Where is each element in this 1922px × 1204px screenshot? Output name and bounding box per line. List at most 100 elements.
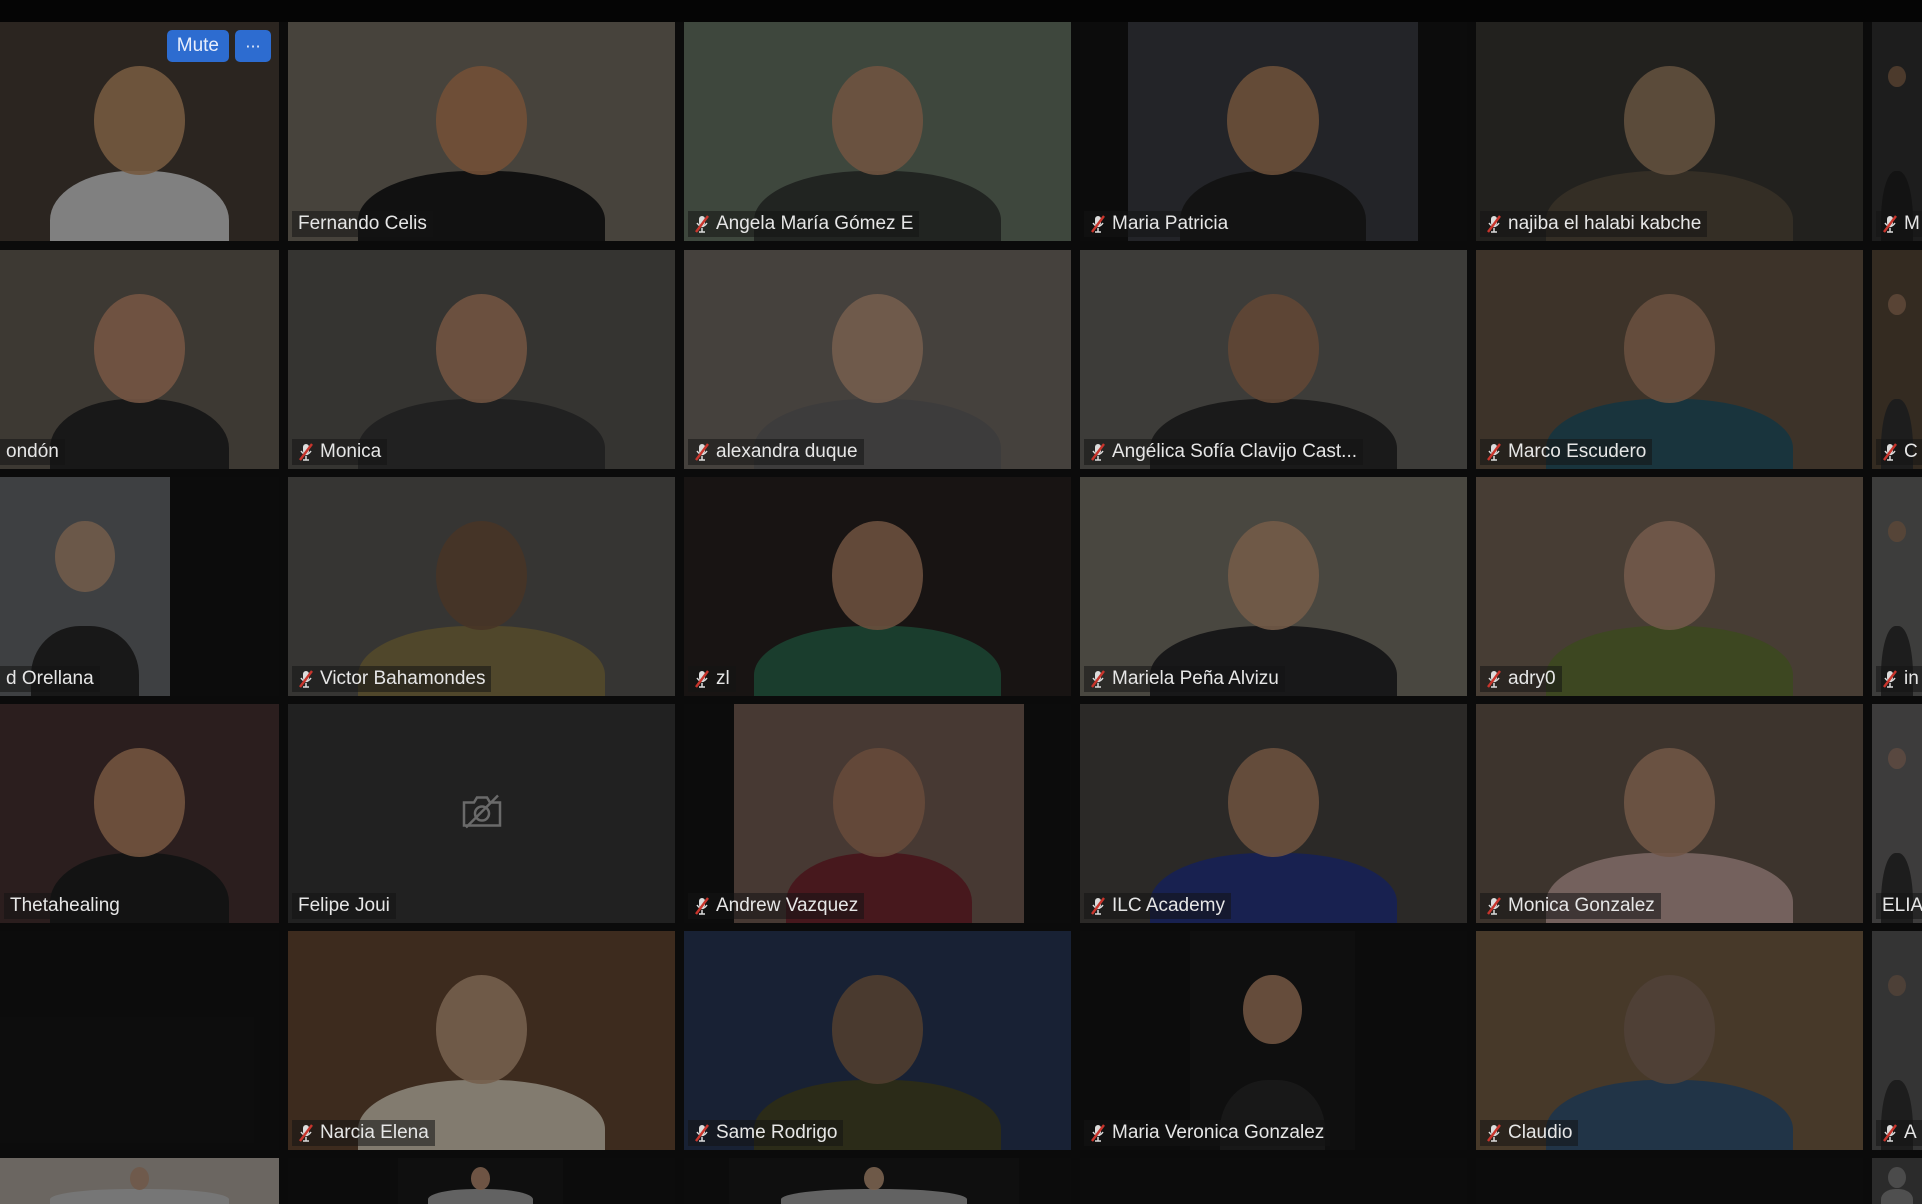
participant-name-label: Angélica Sofía Clavijo Cast... xyxy=(1084,439,1364,465)
participant-tile[interactable]: Maria Veronica Gonzalez xyxy=(1080,931,1467,1150)
participant-face xyxy=(831,293,924,404)
tile-dim-overlay xyxy=(1080,1158,1467,1204)
participant-video xyxy=(0,250,279,469)
participant-video xyxy=(1872,1158,1922,1204)
participant-tile[interactable]: ondón xyxy=(0,250,279,469)
participant-video xyxy=(729,1158,1019,1204)
participant-video xyxy=(0,477,170,696)
participant-name: Monica xyxy=(320,441,382,462)
muted-mic-icon xyxy=(298,669,314,689)
participant-face xyxy=(1623,520,1716,631)
more-options-button[interactable]: ··· xyxy=(235,30,271,62)
participant-face xyxy=(831,65,924,176)
participant-video xyxy=(1872,250,1922,469)
participant-name: najiba el halabi kabche xyxy=(1508,213,1702,234)
participant-name-label: Same Rodrigo xyxy=(688,1120,844,1146)
participant-name-label: Monica xyxy=(292,439,388,465)
participant-name: M xyxy=(1904,213,1920,234)
participant-video xyxy=(1080,477,1467,696)
participant-video xyxy=(684,250,1071,469)
participant-tile[interactable]: alexandra duque xyxy=(684,250,1071,469)
participant-tile[interactable]: Mute ··· xyxy=(0,22,279,241)
participant-tile[interactable]: Angela María Gómez E xyxy=(684,22,1071,241)
participant-face xyxy=(470,1167,491,1191)
muted-mic-icon xyxy=(1486,1123,1502,1143)
tile-dim-overlay xyxy=(1476,1158,1863,1204)
gallery-view: Mute ··· Fernando Celis Angela María Gómez … xyxy=(0,0,1922,1204)
participant-tile[interactable] xyxy=(288,1158,675,1204)
participant-tile[interactable] xyxy=(1872,1158,1922,1204)
participant-tile[interactable]: najiba el halabi kabche xyxy=(1476,22,1863,241)
participant-tile[interactable]: Mariela Peña Alvizu xyxy=(1080,477,1467,696)
participant-name-label: Maria Veronica Gonzalez xyxy=(1084,1120,1331,1146)
participant-face xyxy=(1888,293,1906,315)
participant-body xyxy=(1545,625,1794,696)
participant-name-label: Felipe Joui xyxy=(292,893,396,919)
participant-name: C xyxy=(1904,441,1918,462)
muted-mic-icon xyxy=(694,1123,710,1143)
participant-video xyxy=(1476,250,1863,469)
participant-tile[interactable]: Claudio xyxy=(1476,931,1863,1150)
participant-video xyxy=(684,477,1071,696)
participant-tile[interactable] xyxy=(684,1158,1071,1204)
tile-dim-overlay xyxy=(0,931,279,1150)
participant-tile[interactable]: d Orellana xyxy=(0,477,279,696)
participant-tile[interactable]: Angélica Sofía Clavijo Cast... xyxy=(1080,250,1467,469)
participant-face xyxy=(1243,974,1302,1045)
participant-tile[interactable]: zl xyxy=(684,477,1071,696)
participant-video xyxy=(1190,931,1355,1150)
participant-name-label: najiba el halabi kabche xyxy=(1480,211,1708,237)
participant-tile[interactable]: ILC Academy xyxy=(1080,704,1467,923)
participant-tile[interactable]: Fernando Celis xyxy=(288,22,675,241)
participant-tile[interactable]: Monica Gonzalez xyxy=(1476,704,1863,923)
participant-tile[interactable] xyxy=(0,931,279,1150)
participant-tile[interactable]: in xyxy=(1872,477,1922,696)
camera-off-icon xyxy=(460,792,504,835)
participant-face xyxy=(1888,520,1906,542)
participant-tile[interactable]: Felipe Joui xyxy=(288,704,675,923)
participant-tile[interactable]: Marco Escudero xyxy=(1476,250,1863,469)
participant-video xyxy=(288,22,675,241)
participant-tile[interactable]: Victor Bahamondes xyxy=(288,477,675,696)
muted-mic-icon xyxy=(1882,669,1898,689)
participant-tile[interactable]: ELIA xyxy=(1872,704,1922,923)
participant-name: Fernando Celis xyxy=(298,213,427,234)
participant-tile[interactable]: Monica xyxy=(288,250,675,469)
muted-mic-icon xyxy=(1486,214,1502,234)
participant-tile[interactable]: adry0 xyxy=(1476,477,1863,696)
participant-video xyxy=(1080,704,1467,923)
participant-video xyxy=(684,22,1071,241)
participant-video xyxy=(734,704,1024,923)
participant-name-label: Maria Patricia xyxy=(1084,211,1235,237)
participant-tile[interactable]: Thetahealing xyxy=(0,704,279,923)
participant-name: ILC Academy xyxy=(1112,895,1225,916)
participant-tile[interactable] xyxy=(1080,1158,1467,1204)
participant-face xyxy=(1888,1167,1906,1189)
participant-tile[interactable]: Maria Patricia xyxy=(1080,22,1467,241)
participant-name-label: alexandra duque xyxy=(688,439,864,465)
participant-face xyxy=(833,747,925,858)
participant-name-label: Andrew Vazquez xyxy=(688,893,865,919)
participant-tile[interactable]: C xyxy=(1872,250,1922,469)
participant-tile[interactable]: A xyxy=(1872,931,1922,1150)
mute-button[interactable]: Mute xyxy=(166,30,229,62)
muted-mic-icon xyxy=(1090,669,1106,689)
participant-name-label: Narcia Elena xyxy=(292,1120,435,1146)
participant-video xyxy=(0,704,279,923)
participant-tile[interactable]: Andrew Vazquez xyxy=(684,704,1071,923)
participant-face xyxy=(1888,65,1906,87)
participant-tile[interactable] xyxy=(1476,1158,1863,1204)
participant-name: ondón xyxy=(6,441,59,462)
participant-tile[interactable]: Narcia Elena xyxy=(288,931,675,1150)
participant-name: in xyxy=(1904,668,1919,689)
participant-name: Maria Patricia xyxy=(1112,213,1229,234)
participant-name-label: Thetahealing xyxy=(4,893,126,919)
participant-name-label: Victor Bahamondes xyxy=(292,666,492,692)
participant-tile[interactable]: M xyxy=(1872,22,1922,241)
participant-video xyxy=(1872,477,1922,696)
participant-body xyxy=(50,1189,229,1204)
participant-name: d Orellana xyxy=(6,668,94,689)
participant-tile[interactable]: Same Rodrigo xyxy=(684,931,1071,1150)
participant-tile[interactable] xyxy=(0,1158,279,1204)
participant-face xyxy=(93,65,186,176)
